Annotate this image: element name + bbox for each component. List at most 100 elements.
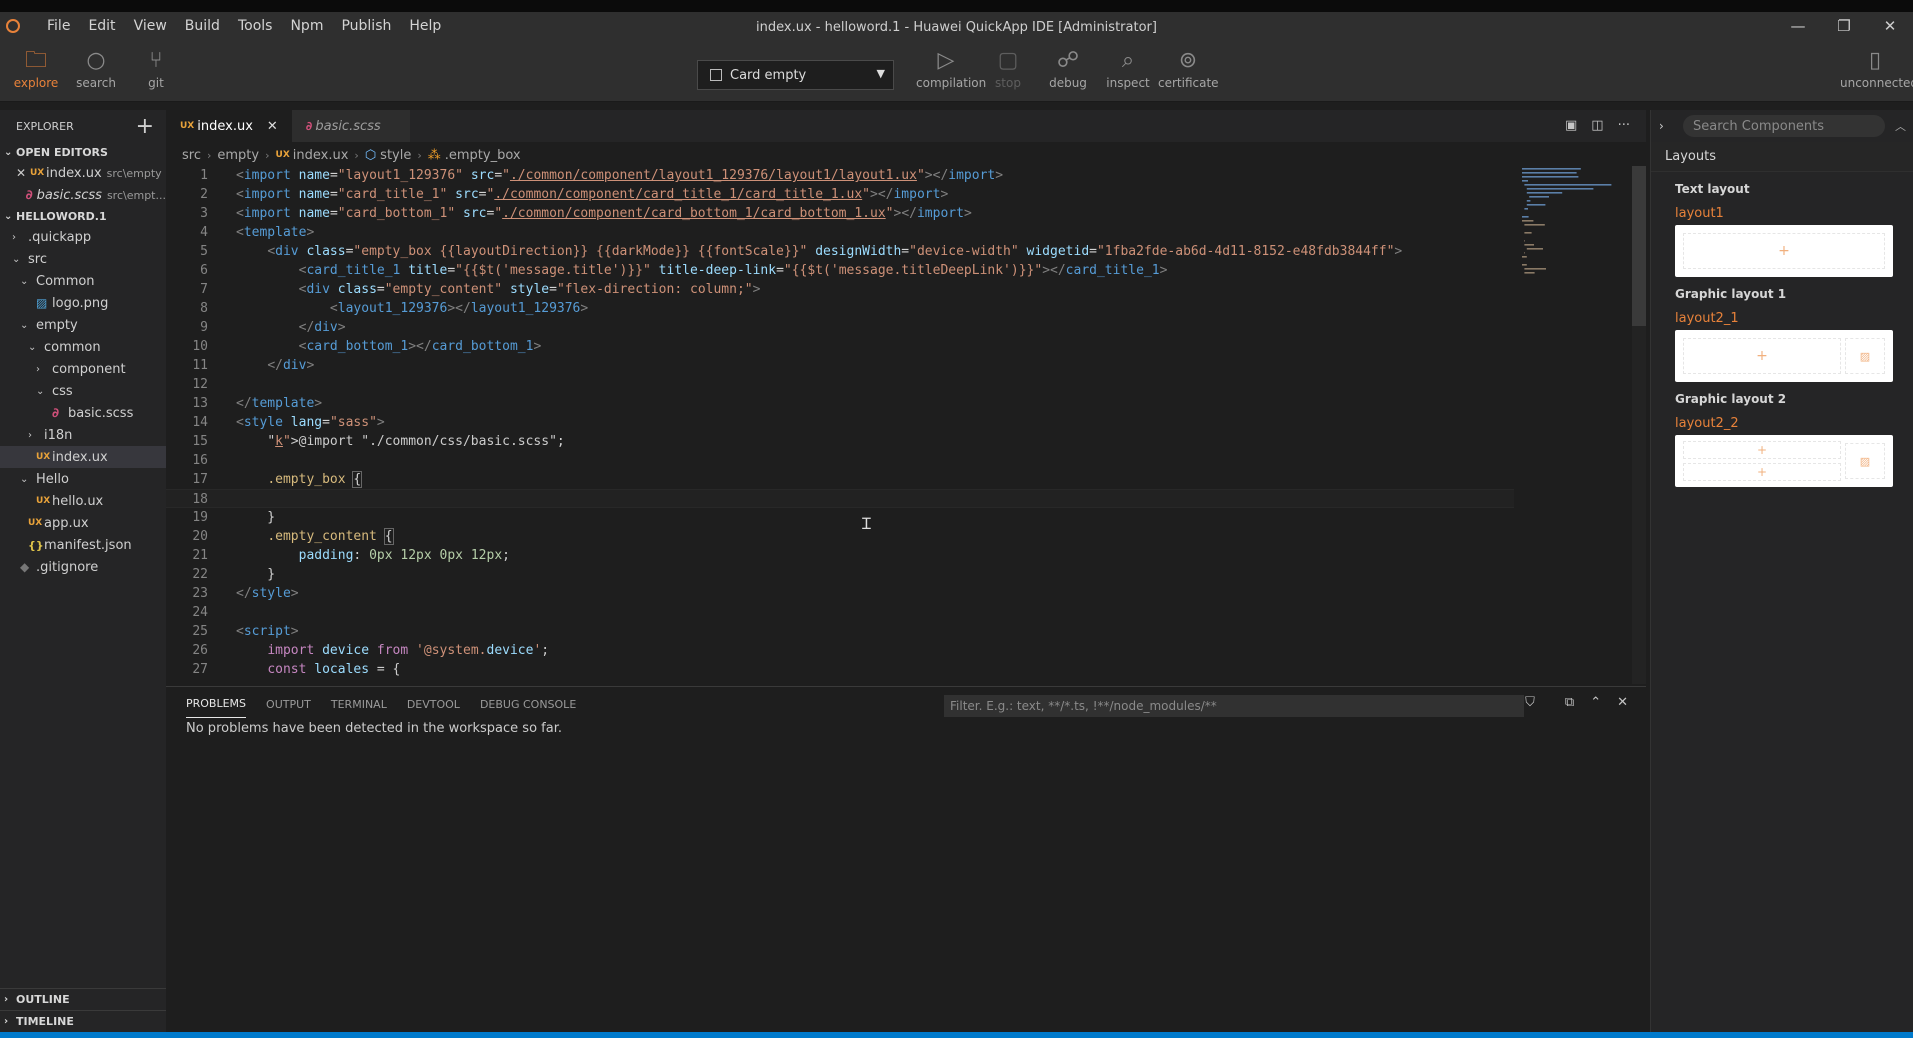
- more-actions-icon[interactable]: ···: [1618, 118, 1630, 133]
- explore-button[interactable]: 🗀 explore: [6, 46, 66, 90]
- code-line[interactable]: 6 <card_title_1 title="{{$t('message.tit…: [166, 261, 1514, 280]
- maximize-panel-icon[interactable]: ⌃: [1590, 695, 1601, 710]
- device-status-button[interactable]: ▯ unconnected: [1840, 46, 1913, 90]
- menu-help[interactable]: Help: [400, 18, 450, 34]
- inspect-button[interactable]: ⌕ inspect: [1098, 46, 1158, 90]
- new-file-icon[interactable]: +: [136, 114, 154, 139]
- tab-index-ux[interactable]: UX index.ux ✕: [166, 110, 292, 142]
- tree-item[interactable]: UX hello.ux: [0, 490, 166, 512]
- code-line[interactable]: 18: [166, 489, 1514, 508]
- tree-item[interactable]: ▨ logo.png: [0, 292, 166, 314]
- code-line[interactable]: 23 </style>: [166, 584, 1514, 603]
- code-line[interactable]: 21 padding: 0px 12px 0px 12px;: [166, 546, 1514, 565]
- code-line[interactable]: 22 }: [166, 565, 1514, 584]
- filter-icon[interactable]: ⛉: [1525, 695, 1535, 710]
- code-line[interactable]: 24: [166, 603, 1514, 622]
- code-line[interactable]: 16: [166, 451, 1514, 470]
- panel-tab-problems[interactable]: PROBLEMS: [186, 690, 247, 718]
- code-line[interactable]: 1 <import name="layout1_129376" src="./co…: [166, 166, 1514, 185]
- component-item-label[interactable]: layout1: [1651, 206, 1913, 221]
- panel-tab-debug-console[interactable]: DEBUG CONSOLE: [480, 691, 576, 718]
- tree-item[interactable]: ∂ basic.scss: [0, 402, 166, 424]
- layouts-header[interactable]: Layouts: [1651, 142, 1913, 172]
- scrollbar-thumb[interactable]: [1632, 166, 1646, 326]
- breadcrumb-item[interactable]: style: [380, 148, 411, 163]
- code-line[interactable]: 4 <template>: [166, 223, 1514, 242]
- tree-item[interactable]: {} manifest.json: [0, 534, 166, 556]
- collapse-all-icon[interactable]: ⧉: [1565, 695, 1574, 710]
- tree-item[interactable]: ⌄ src: [0, 248, 166, 270]
- editor-scrollbar[interactable]: [1632, 166, 1646, 684]
- compilation-button[interactable]: ▷ compilation: [916, 46, 986, 90]
- code-line[interactable]: 12: [166, 375, 1514, 394]
- breadcrumb-item[interactable]: index.ux: [293, 148, 349, 163]
- chevron-right-icon[interactable]: ›: [1659, 119, 1675, 133]
- menu-file[interactable]: File: [38, 18, 79, 34]
- menu-npm[interactable]: Npm: [281, 18, 332, 34]
- code-line[interactable]: 9 </div>: [166, 318, 1514, 337]
- restore-icon[interactable]: ❐: [1821, 12, 1867, 40]
- minimize-icon[interactable]: —: [1775, 12, 1821, 40]
- tree-item[interactable]: ⌄ Common: [0, 270, 166, 292]
- breadcrumb-item[interactable]: src: [182, 148, 201, 163]
- code-line[interactable]: 19 }: [166, 508, 1514, 527]
- code-editor[interactable]: 1 <import name="layout1_129376" src="./co…: [166, 166, 1514, 684]
- close-window-icon[interactable]: ✕: [1867, 12, 1913, 40]
- menu-edit[interactable]: Edit: [79, 18, 124, 34]
- panel-tab-devtool[interactable]: DEVTOOL: [407, 691, 460, 718]
- code-line[interactable]: 25 <script>: [166, 622, 1514, 641]
- menu-tools[interactable]: Tools: [229, 18, 282, 34]
- code-line[interactable]: 27 const locales = {: [166, 660, 1514, 679]
- code-line[interactable]: 8 <layout1_129376></layout1_129376>: [166, 299, 1514, 318]
- close-tab-icon[interactable]: ✕: [267, 119, 278, 134]
- tab-basic-scss[interactable]: ∂ basic.scss: [291, 110, 410, 142]
- component-preview-layout2-1[interactable]: + ▨: [1675, 330, 1893, 382]
- panel-tab-terminal[interactable]: TERMINAL: [331, 691, 387, 718]
- component-preview-layout2-2[interactable]: + + ▨: [1675, 435, 1893, 487]
- component-item-label[interactable]: layout2_1: [1651, 311, 1913, 326]
- code-line[interactable]: 11 </div>: [166, 356, 1514, 375]
- code-line[interactable]: 5 <div class="empty_box {{layoutDirectio…: [166, 242, 1514, 261]
- breadcrumb-item[interactable]: .empty_box: [445, 148, 521, 163]
- code-line[interactable]: 20 .empty_content {: [166, 527, 1514, 546]
- code-line[interactable]: 14 <style lang="sass">: [166, 413, 1514, 432]
- tree-item[interactable]: ⌄ common: [0, 336, 166, 358]
- split-editor-icon[interactable]: ◫: [1591, 118, 1603, 133]
- code-line[interactable]: 3 <import name="card_bottom_1" src="./com…: [166, 204, 1514, 223]
- menu-publish[interactable]: Publish: [332, 18, 400, 34]
- timeline-section[interactable]: › TIMELINE: [0, 1010, 166, 1032]
- card-select-dropdown[interactable]: Card empty ▼: [697, 60, 894, 90]
- tree-item[interactable]: › .quickapp: [0, 226, 166, 248]
- open-preview-icon[interactable]: ▣: [1565, 118, 1577, 133]
- minimap[interactable]: [1520, 166, 1632, 296]
- tree-item[interactable]: ⌄ Hello: [0, 468, 166, 490]
- tree-item[interactable]: › component: [0, 358, 166, 380]
- tree-item[interactable]: ◆ .gitignore: [0, 556, 166, 578]
- panel-tab-output[interactable]: OUTPUT: [266, 691, 311, 718]
- code-line[interactable]: 7 <div class="empty_content" style="flex…: [166, 280, 1514, 299]
- tree-item[interactable]: ⌄ empty: [0, 314, 166, 336]
- tree-item[interactable]: ⌄ css: [0, 380, 166, 402]
- close-icon[interactable]: ✕: [16, 166, 30, 180]
- code-line[interactable]: 15 "k">@import "./common/css/basic.scss"…: [166, 432, 1514, 451]
- certificate-button[interactable]: ⊚ certificate: [1158, 46, 1219, 90]
- component-search-input[interactable]: [1683, 115, 1885, 137]
- tree-item[interactable]: › i18n: [0, 424, 166, 446]
- code-line[interactable]: 2 <import name="card_title_1" src="./comm…: [166, 185, 1514, 204]
- collapse-up-icon[interactable]: ︿: [1895, 118, 1906, 134]
- breadcrumb-item[interactable]: empty: [217, 148, 259, 163]
- git-button[interactable]: ⑂ git: [126, 46, 186, 90]
- open-editors-section[interactable]: ⌄ OPEN EDITORS: [0, 142, 166, 162]
- component-preview-layout1[interactable]: +: [1675, 225, 1893, 277]
- code-line[interactable]: 10 <card_bottom_1></card_bottom_1>: [166, 337, 1514, 356]
- open-editor-item[interactable]: ✕ UX index.ux src\empty: [0, 162, 166, 184]
- debug-button[interactable]: ☍ debug: [1038, 46, 1098, 90]
- code-line[interactable]: 17 .empty_box {: [166, 470, 1514, 489]
- tree-item[interactable]: UX app.ux: [0, 512, 166, 534]
- menu-view[interactable]: View: [125, 18, 176, 34]
- code-line[interactable]: 13 </template>: [166, 394, 1514, 413]
- project-section[interactable]: ⌄ HELLOWORD.1: [0, 206, 166, 226]
- search-button[interactable]: ○ search: [66, 46, 126, 90]
- outline-section[interactable]: › OUTLINE: [0, 988, 166, 1010]
- problems-filter-input[interactable]: [944, 695, 1524, 717]
